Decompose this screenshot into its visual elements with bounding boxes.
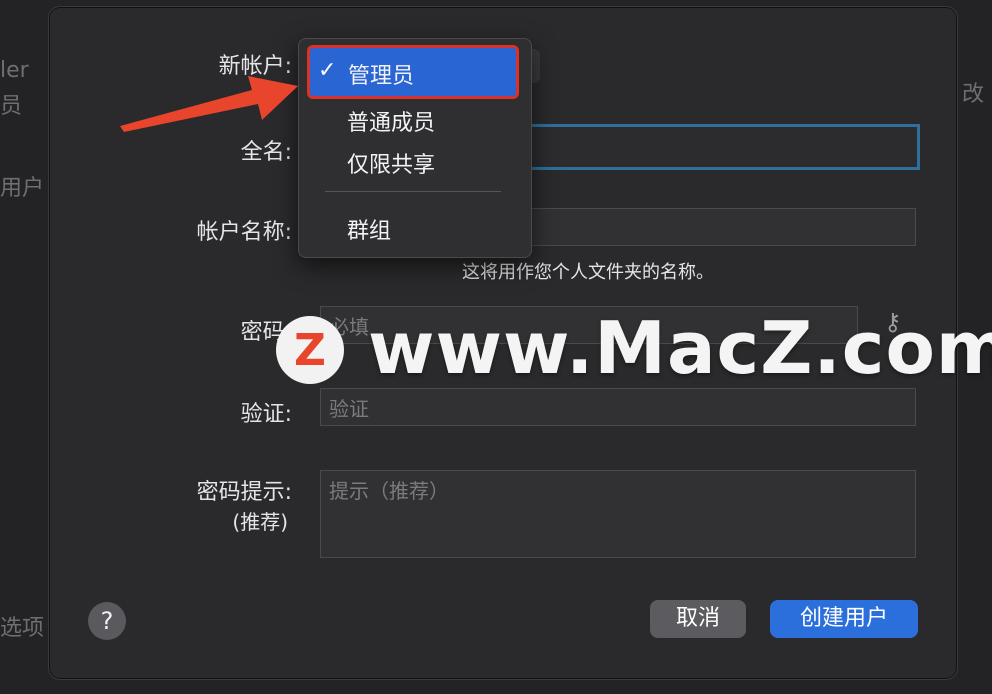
- bg-fragment: 员: [0, 94, 23, 119]
- password-hint-sublabel: (推荐): [232, 510, 288, 534]
- verify-label: 验证:: [240, 402, 292, 427]
- password-label: 密码:: [240, 320, 292, 345]
- watermark-logo-icon: Z: [276, 316, 344, 384]
- cancel-button[interactable]: 取消: [650, 600, 746, 638]
- watermark-text: www.MacZ.com: [368, 306, 992, 390]
- account-type-menu: ✓ 管理员 普通成员 仅限共享 群组: [298, 38, 532, 258]
- bg-fragment: 用户: [0, 176, 45, 201]
- menu-item-group[interactable]: 群组: [299, 205, 531, 245]
- account-name-hint: 这将用作您个人文件夹的名称。: [462, 262, 714, 283]
- menu-item-sharing-only[interactable]: 仅限共享: [299, 139, 531, 179]
- verify-field[interactable]: 验证: [320, 388, 916, 426]
- password-hint-label: 密码提示:: [196, 480, 292, 505]
- bg-fragment: 选项: [0, 616, 45, 641]
- menu-item-label: 普通成员: [347, 111, 436, 136]
- bg-fragment: 改: [962, 82, 985, 107]
- verify-placeholder: 验证: [329, 397, 369, 421]
- watermark-logo-letter: Z: [294, 324, 326, 376]
- checkmark-icon: ✓: [318, 58, 337, 83]
- menu-item-label: 群组: [347, 219, 392, 244]
- account-name-label: 帐户名称:: [196, 220, 292, 245]
- account-name-field[interactable]: [520, 208, 916, 246]
- menu-item-admin[interactable]: ✓ 管理员: [307, 45, 519, 99]
- bg-fragment: ler: [0, 58, 29, 83]
- help-button[interactable]: ?: [88, 602, 126, 640]
- create-user-button[interactable]: 创建用户: [770, 600, 918, 638]
- full-name-field[interactable]: [520, 124, 920, 170]
- password-hint-field[interactable]: 提示（推荐）: [320, 470, 916, 558]
- menu-item-standard[interactable]: 普通成员: [299, 97, 531, 137]
- password-hint-placeholder: 提示（推荐）: [329, 479, 449, 503]
- menu-item-label: 仅限共享: [347, 153, 436, 178]
- menu-separator: [325, 191, 501, 192]
- menu-item-label: 管理员: [348, 64, 415, 89]
- annotation-arrow-icon: [120, 76, 298, 132]
